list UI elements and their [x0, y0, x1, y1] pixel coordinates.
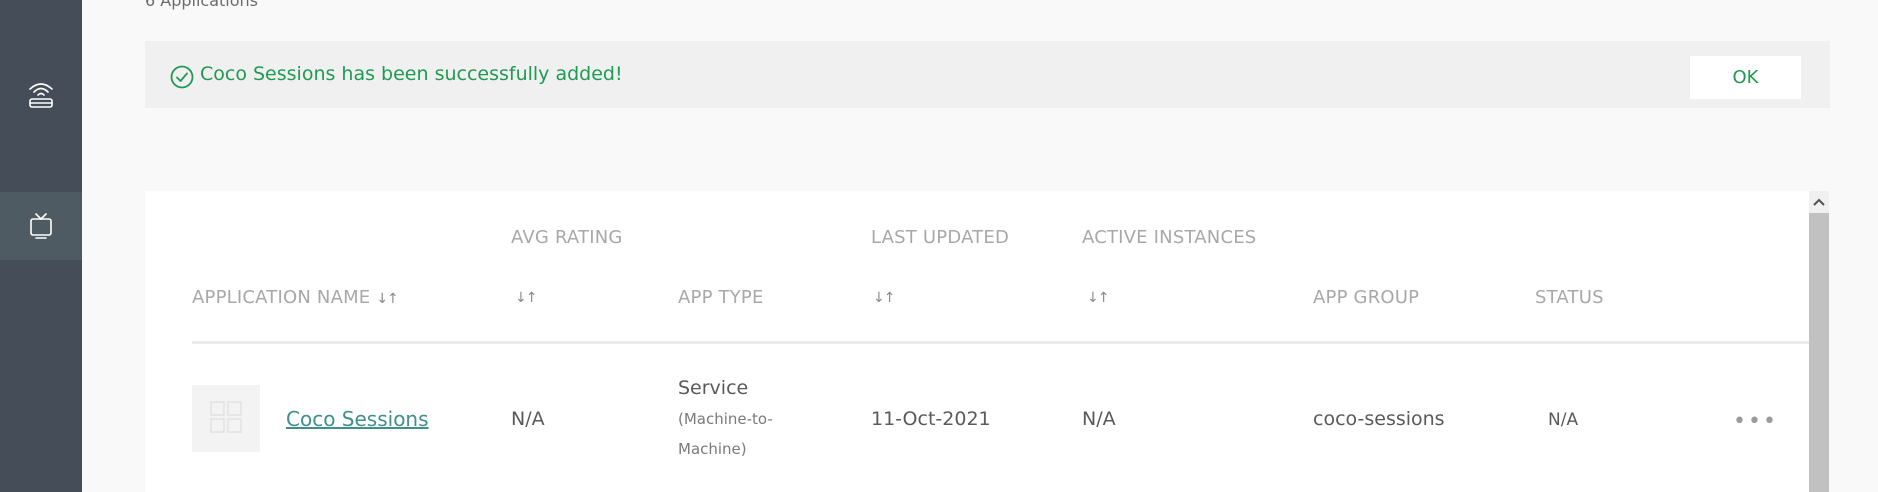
- scroll-up-icon[interactable]: [1809, 191, 1829, 213]
- scrollbar-thumb[interactable]: [1809, 213, 1829, 492]
- sort-icon[interactable]: ↓↑: [515, 290, 537, 306]
- vertical-scrollbar[interactable]: [1809, 191, 1829, 492]
- app-type-subtext: Machine): [678, 440, 747, 458]
- app-type-subtext: (Machine-to-: [678, 410, 773, 428]
- sidebar-item-apps[interactable]: [0, 192, 82, 260]
- app-thumbnail: [192, 385, 260, 452]
- column-header-last-updated[interactable]: LAST UPDATED: [871, 227, 1009, 248]
- column-header-application-name[interactable]: APPLICATION NAME ↓↑: [192, 287, 399, 308]
- sidebar: [0, 0, 82, 492]
- success-message: Coco Sessions has been successfully adde…: [200, 63, 623, 85]
- success-banner: Coco Sessions has been successfully adde…: [145, 41, 1830, 108]
- column-header-active-instances[interactable]: ACTIVE INSTANCES: [1082, 227, 1256, 248]
- applications-count: 6 Applications: [145, 0, 258, 10]
- column-header-app-type: APP TYPE: [678, 287, 764, 308]
- last-updated-cell: 11-Oct-2021: [871, 408, 991, 430]
- app-type-cell: Service: [678, 377, 749, 399]
- sort-icon[interactable]: ↓↑: [1087, 290, 1109, 306]
- column-header-avg-rating[interactable]: AVG RATING: [511, 227, 623, 248]
- more-actions-icon[interactable]: •••: [1733, 409, 1778, 434]
- router-icon: [27, 80, 55, 110]
- app-grid-icon: [209, 400, 243, 438]
- check-circle-icon: [170, 65, 194, 93]
- active-instances-cell: N/A: [1082, 408, 1116, 430]
- sidebar-item-network[interactable]: [0, 61, 82, 129]
- column-header-app-group: APP GROUP: [1313, 287, 1420, 308]
- tv-icon: [28, 212, 54, 240]
- column-header-status: STATUS: [1535, 287, 1604, 308]
- sort-icon[interactable]: ↓↑: [873, 290, 895, 306]
- ok-button[interactable]: OK: [1690, 56, 1801, 99]
- status-cell: N/A: [1548, 410, 1579, 430]
- applications-table: APPLICATION NAME ↓↑ AVG RATING ↓↑ APP TY…: [145, 191, 1819, 492]
- header-divider: [192, 341, 1819, 344]
- app-group-cell: coco-sessions: [1313, 408, 1445, 430]
- avg-rating-cell: N/A: [511, 408, 545, 430]
- sort-icon[interactable]: ↓↑: [376, 291, 398, 307]
- app-name-link[interactable]: Coco Sessions: [286, 407, 429, 431]
